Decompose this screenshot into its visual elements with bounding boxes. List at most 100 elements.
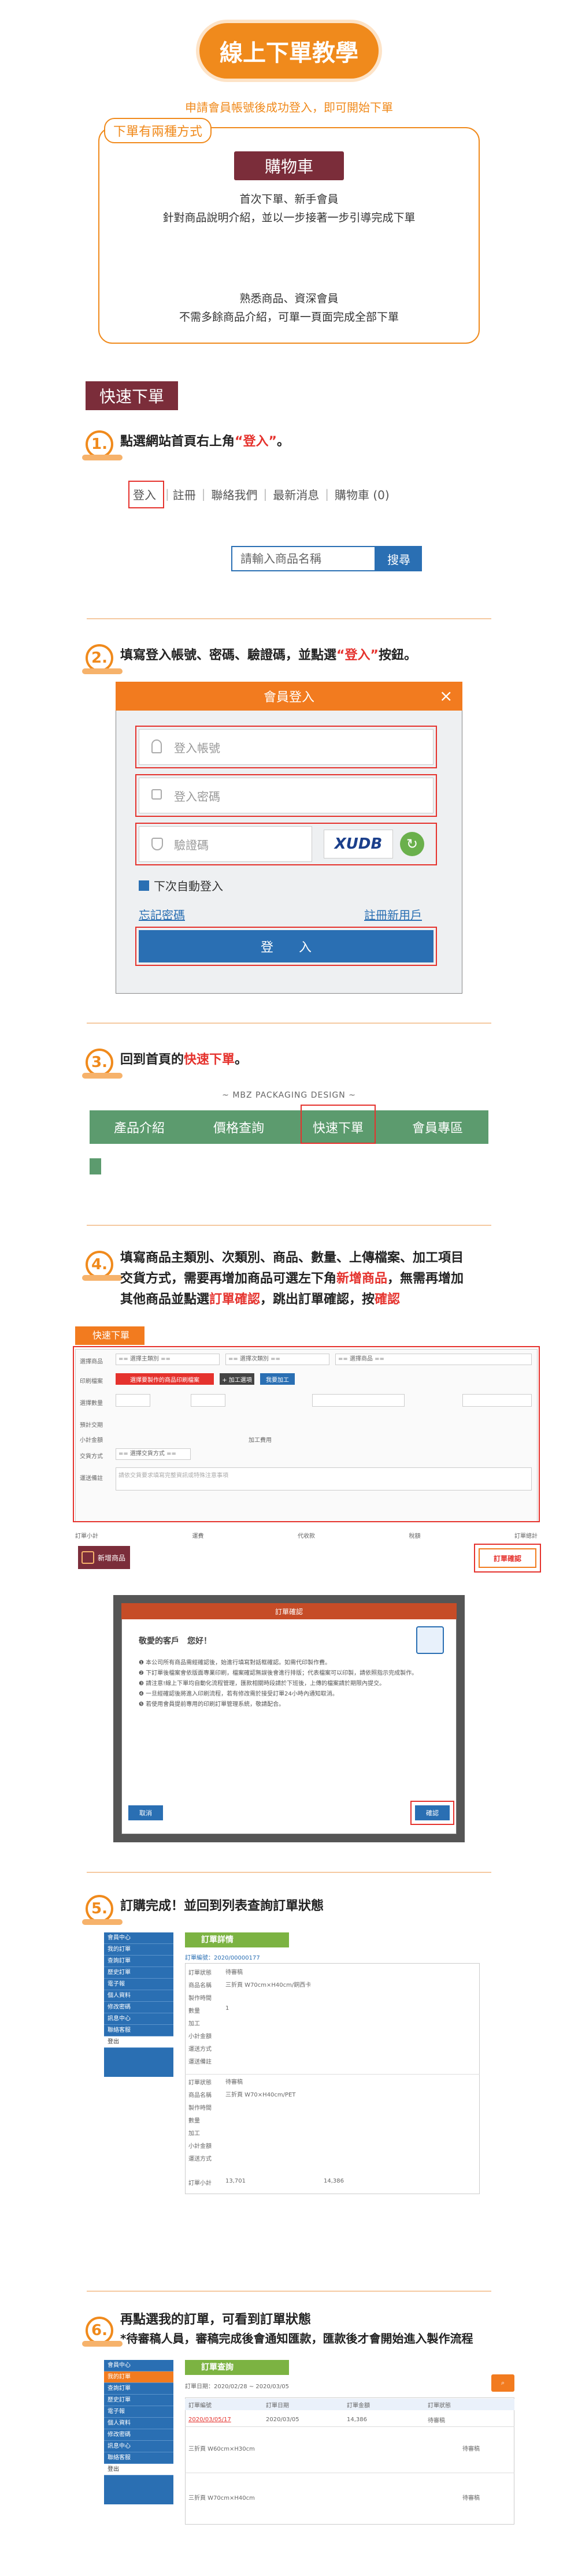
divider <box>87 1872 491 1873</box>
quick-line1: 熟悉商品、資深會員 <box>239 292 339 305</box>
step1-text: 點選網站首頁右上角“登入”。 <box>120 434 290 449</box>
modal-note: ❺ 若使用會員提前專用的印刷訂單管理系統，敬請配合。 <box>139 1701 285 1708</box>
sidebar-item[interactable]: 電子報 <box>104 1979 173 1990</box>
size-inputs[interactable] <box>312 1394 405 1407</box>
top-nav: 登入 | 註冊 | 聯絡我們 | 最新消息 | 購物車 (0) <box>127 478 451 510</box>
upload-file-button[interactable]: 選擇要製作的商品印刷檔案 <box>116 1373 214 1385</box>
remember-checkbox[interactable]: 下次自動登入 <box>139 877 223 894</box>
sidebar-item[interactable]: 歷史訂單 <box>104 2395 173 2406</box>
step2-number: 2. <box>82 644 123 674</box>
page-title: 線上下單教學 <box>199 23 379 79</box>
detail-status-2: 待審稿 <box>225 2079 243 2086</box>
sidebar-item[interactable]: 查詢訂單 <box>104 2383 173 2395</box>
search-input[interactable]: 請輸入商品名稱 <box>231 546 376 571</box>
step4-line1: 填寫商品主類別、次類別、商品、數量、上傳檔案、加工項目 <box>120 1251 464 1265</box>
nav-register[interactable]: 註冊 <box>173 486 196 503</box>
step6-line1: 再點選我的訂單，可看到訂單狀態 <box>120 2313 312 2327</box>
highlight-login-button <box>135 927 437 966</box>
member-sidebar: 會員中心 我的訂單 查詢訂單 歷史訂單 電子報 個人資料 修改密碼 訊息中心 聯… <box>104 2360 173 2504</box>
forgot-password-link[interactable]: 忘記密碼 <box>139 906 185 923</box>
search-icon[interactable]: ⌕ <box>491 2374 514 2392</box>
brand-slogan: ~ MBZ PACKAGING DESIGN ~ <box>222 1091 356 1100</box>
menu-fragment <box>90 1158 101 1174</box>
sidebar-item[interactable]: 我的訂單 <box>104 1944 173 1956</box>
select-main-category[interactable]: == 選擇主類別 == <box>116 1354 220 1365</box>
detail-labels-2: 訂單狀態 商品名稱 製作時間 數量 加工 小計金額 運送方式 <box>188 2080 212 2162</box>
main-menu: 產品介紹 價格查詢 快速下單 會員專區 <box>90 1110 488 1144</box>
sidebar-item[interactable]: 歷史訂單 <box>104 1967 173 1979</box>
order-query-title: 訂單查詢 <box>185 2360 289 2375</box>
sidebar-item[interactable]: 修改密碼 <box>104 2002 173 2013</box>
sidebar-item[interactable]: 電子報 <box>104 2406 173 2418</box>
sidebar-item[interactable]: 個人資料 <box>104 1990 173 2002</box>
sidebar-item[interactable]: 訊息中心 <box>104 2441 173 2452</box>
table-row[interactable]: 2020/03/05/17 2020/03/05 14,386 待審稿 <box>185 2414 514 2425</box>
add-item-button[interactable]: 新增商品 <box>78 1546 130 1569</box>
highlight-form <box>73 1346 540 1522</box>
order-item-state: 待審稿 <box>462 2446 480 2452</box>
nav-cart[interactable]: 購物車 (0) <box>335 486 390 503</box>
modal-greeting: 敬愛的客戶 您好！ <box>139 1637 212 1646</box>
checkbox-icon <box>139 880 149 891</box>
add-process-button[interactable]: + 加工選項 <box>220 1373 254 1385</box>
order-item: 三折頁 W70cm×H40cm <box>188 2495 255 2501</box>
select-product[interactable]: == 選擇商品 == <box>335 1354 532 1365</box>
detail-sum: 14,386 <box>324 2178 344 2184</box>
register-link[interactable]: 註冊新用戶 <box>364 906 422 923</box>
step6-line2: *待審稿人員，審稿完成後會通知匯款，匯款後才會開始進入製作流程 <box>120 2332 473 2345</box>
detail-product-1: 三折頁 W70cm×H40cm/銅西卡 <box>225 1982 312 1988</box>
sidebar-item[interactable]: 聯絡客服 <box>104 2025 173 2036</box>
quantity-select[interactable] <box>116 1394 150 1407</box>
detail-labels-1: 訂單狀態 商品名稱 製作時間 數量 加工 小計金額 運送方式 運送備註 <box>188 1970 212 2065</box>
highlight-confirm <box>474 1544 541 1573</box>
sidebar-item[interactable]: 查詢訂單 <box>104 1956 173 1967</box>
modal-cancel-button[interactable]: 取消 <box>128 1805 163 1820</box>
search-button[interactable]: 搜尋 <box>376 546 422 571</box>
nav-contact[interactable]: 聯絡我們 <box>212 486 258 503</box>
label-delivery: 交貨方式 <box>80 1454 103 1460</box>
step5-number: 5. <box>82 1895 123 1925</box>
detail-status-1: 待審稿 <box>225 1969 243 1976</box>
label-process-fee: 加工費用 <box>249 1437 272 1444</box>
step4-line2: 交貨方式，需要再增加商品可選左下角新增商品，無需再增加 <box>120 1272 464 1286</box>
sidebar-item[interactable]: 訊息中心 <box>104 2013 173 2025</box>
note-textarea[interactable]: 請依交貨要求填寫完整資訊或特殊注意事項 <box>116 1467 532 1490</box>
sidebar-item[interactable]: 登出 <box>104 2036 173 2048</box>
label-product: 選擇商品 <box>80 1359 103 1365</box>
add-icon <box>81 1551 94 1564</box>
sidebar-item[interactable]: 修改密碼 <box>104 2429 173 2441</box>
date-filter[interactable]: 訂單日期：2020/02/28 ~ 2020/03/05 <box>185 2381 289 2390</box>
confirm-modal-title: 訂單確認 <box>121 1603 457 1619</box>
sidebar-item[interactable]: 聯絡客服 <box>104 2452 173 2464</box>
process-button[interactable]: 我要加工 <box>260 1373 295 1385</box>
sidebar-item[interactable]: 個人資料 <box>104 2418 173 2429</box>
menu-price[interactable]: 價格查詢 <box>189 1118 288 1136</box>
step3-text: 回到首頁的快速下單。 <box>120 1053 248 1067</box>
label-file: 印刷檔案 <box>80 1378 103 1385</box>
menu-member[interactable]: 會員專區 <box>388 1118 487 1136</box>
close-icon[interactable]: × <box>439 686 453 705</box>
nav-news[interactable]: 最新消息 <box>273 486 319 503</box>
cart-line2: 針對商品說明介紹，並以一步接著一步引導完成下單 <box>162 211 416 224</box>
sidebar-item[interactable]: 會員中心 <box>104 2360 173 2371</box>
label-quantity: 選擇數量 <box>80 1400 103 1407</box>
detail-qty-1: 1 <box>225 2005 229 2012</box>
quick-line2: 不需多餘商品介紹，可單一頁面完成全部下單 <box>179 311 399 324</box>
sidebar-item[interactable]: 會員中心 <box>104 1932 173 1944</box>
modal-note: ❸ 請注意!線上下單均自動化流程管理，匯款相關時段請於下班後，上傳的檔案請於期限… <box>139 1681 386 1687</box>
sidebar-item-my-orders[interactable]: 我的訂單 <box>104 2371 173 2383</box>
form-tag: 快速下單 <box>75 1326 144 1345</box>
highlight-captcha <box>135 823 437 865</box>
sidebar-item[interactable]: 登出 <box>104 2464 173 2475</box>
detail-product-2: 三折頁 W70×H40cm/PET <box>225 2092 296 2098</box>
select-sub-category[interactable]: == 選擇次類別 == <box>225 1354 329 1365</box>
member-sidebar: 會員中心 我的訂單 查詢訂單 歷史訂單 電子報 個人資料 修改密碼 訊息中心 聯… <box>104 1932 173 2077</box>
order-item-state: 待審稿 <box>462 2495 480 2501</box>
order-number: 訂單編號：2020/00000177 <box>185 1955 260 1961</box>
modal-note: ❶ 本公司所有商品需經確認後，始進行填寫對話框確認。如需代印製作費。 <box>139 1660 331 1666</box>
delivery-select[interactable]: == 選擇交貨方式 == <box>116 1448 191 1460</box>
color-select[interactable] <box>462 1394 532 1407</box>
row-divider <box>185 2426 514 2427</box>
menu-products[interactable]: 產品介紹 <box>90 1118 189 1136</box>
copies-select[interactable] <box>191 1394 225 1407</box>
